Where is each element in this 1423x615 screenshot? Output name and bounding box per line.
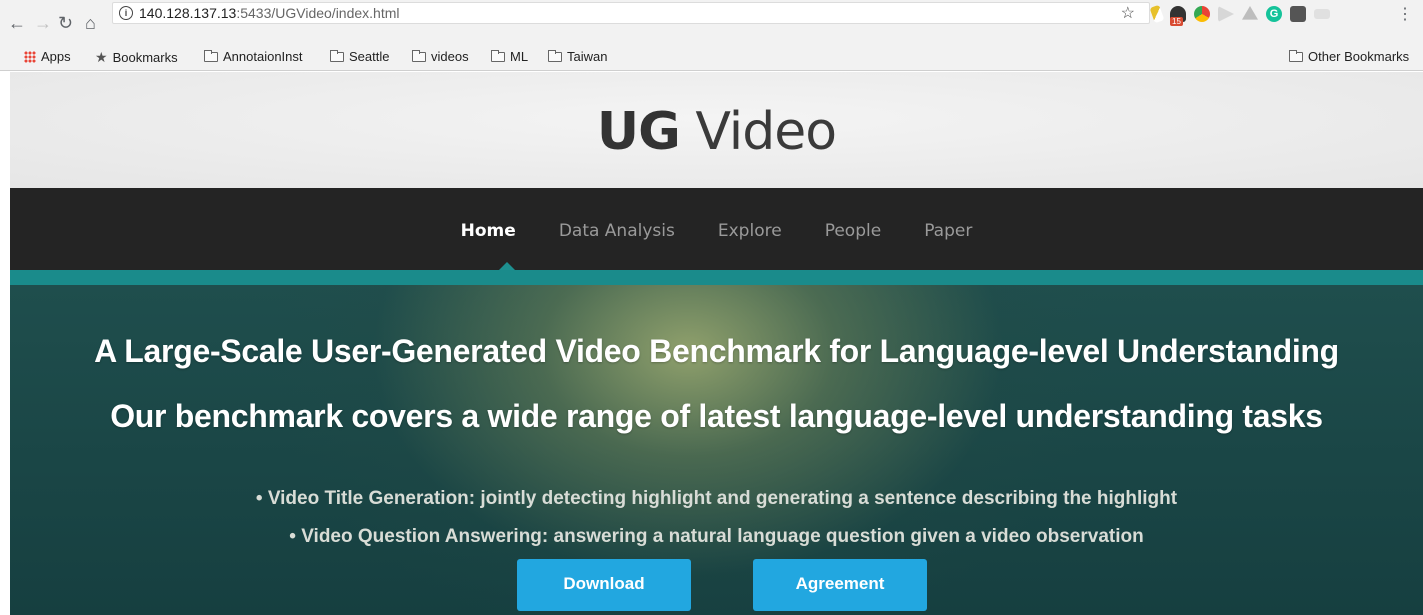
bookmark-apps[interactable]: Apps <box>24 49 71 64</box>
bookmark-folder-annotaioninst[interactable]: AnnotaionInst <box>204 49 303 64</box>
bookmark-label: Apps <box>41 49 71 64</box>
extension-icons: 15 G <box>1149 4 1338 26</box>
hero-section: A Large-Scale User-Generated Video Bench… <box>10 285 1423 615</box>
main-navbar: Home Data Analysis Explore People Paper <box>10 188 1423 273</box>
lastpass-extension-icon[interactable]: 15 <box>1170 6 1186 26</box>
folder-icon <box>1289 49 1303 62</box>
play-extension-icon[interactable] <box>1218 6 1234 22</box>
agreement-button[interactable]: Agreement <box>753 559 927 611</box>
bookmarks-bar: Apps ★ Bookmarks AnnotaionInst Seattle vi… <box>0 45 1423 71</box>
folder-icon <box>548 49 562 62</box>
bookmark-label: Bookmarks <box>112 50 178 65</box>
grammarly-extension-icon[interactable]: G <box>1266 6 1282 22</box>
site-title-light: Video <box>695 102 837 162</box>
square-extension-icon[interactable] <box>1290 6 1306 22</box>
url-text[interactable]: 140.128.137.13:5433/UGVideo/index.html <box>139 5 400 21</box>
site-header: UG Video <box>10 72 1423 188</box>
color-extension-icon[interactable] <box>1194 6 1210 22</box>
home-icon[interactable]: ⌂ <box>85 12 96 34</box>
folder-icon <box>491 49 505 62</box>
nav-links: Home Data Analysis Explore People Paper <box>10 220 1423 241</box>
bookmark-label: ML <box>510 49 529 64</box>
nav-home[interactable]: Home <box>461 221 516 241</box>
bookmark-label: videos <box>431 49 469 64</box>
nav-data-analysis[interactable]: Data Analysis <box>559 221 675 241</box>
folder-icon <box>412 49 426 62</box>
back-arrow-icon[interactable]: ← <box>8 12 26 34</box>
nav-people[interactable]: People <box>825 221 881 241</box>
site-title[interactable]: UG Video <box>10 102 1423 162</box>
reload-icon[interactable]: ↻ <box>58 12 73 34</box>
misc-extension-icon[interactable] <box>1314 9 1330 19</box>
address-bar[interactable]: i 140.128.137.13:5433/UGVideo/index.html… <box>112 2 1150 24</box>
browser-toolbar: ← → ↻ ⌂ i 140.128.137.13:5433/UGVideo/in… <box>0 0 1423 50</box>
bookmark-label: Seattle <box>349 49 390 64</box>
hero-subheading: Our benchmark covers a wide range of lat… <box>110 398 1323 434</box>
url-path: :5433/UGVideo/index.html <box>236 5 400 21</box>
drive-extension-icon[interactable] <box>1242 6 1258 20</box>
active-nav-pointer <box>499 262 515 270</box>
bookmark-label: Taiwan <box>567 49 608 64</box>
bookmark-folder-ml[interactable]: ML <box>491 49 528 64</box>
teal-divider <box>10 270 1423 285</box>
bookmark-folder-other[interactable]: Other Bookmarks <box>1289 49 1409 64</box>
bookmark-folder-taiwan[interactable]: Taiwan <box>548 49 607 64</box>
nav-paper[interactable]: Paper <box>924 221 972 241</box>
hero-heading: A Large-Scale User-Generated Video Bench… <box>94 333 1339 369</box>
bookmark-folder-videos[interactable]: videos <box>412 49 469 64</box>
folder-icon <box>204 49 218 62</box>
url-host: 140.128.137.13 <box>139 5 237 21</box>
info-icon[interactable]: i <box>119 6 133 20</box>
web-page: UG Video Home Data Analysis Explore Peop… <box>10 72 1423 615</box>
folder-icon <box>330 49 344 62</box>
extension-badge: 15 <box>1170 17 1183 26</box>
browser-menu-icon[interactable]: ⋮ <box>1397 4 1413 24</box>
task-bullet-title-generation: • Video Title Generation: jointly detect… <box>255 488 1178 509</box>
apps-grid-icon <box>24 50 36 63</box>
star-icon: ★ <box>95 49 108 65</box>
task-bullet-question-answering: • Video Question Answering: answering a … <box>289 526 1144 547</box>
bookmark-bookmarks[interactable]: ★ Bookmarks <box>95 49 178 66</box>
bookmark-folder-seattle[interactable]: Seattle <box>330 49 389 64</box>
bookmark-label: Other Bookmarks <box>1308 49 1410 64</box>
highlighter-extension-icon[interactable] <box>1149 4 1165 24</box>
forward-arrow-icon[interactable]: → <box>34 12 52 34</box>
download-button[interactable]: Download <box>517 559 691 611</box>
bookmark-star-icon[interactable]: ☆ <box>1121 3 1135 23</box>
site-title-bold: UG <box>596 102 681 162</box>
bookmark-label: AnnotaionInst <box>223 49 303 64</box>
nav-explore[interactable]: Explore <box>718 221 782 241</box>
